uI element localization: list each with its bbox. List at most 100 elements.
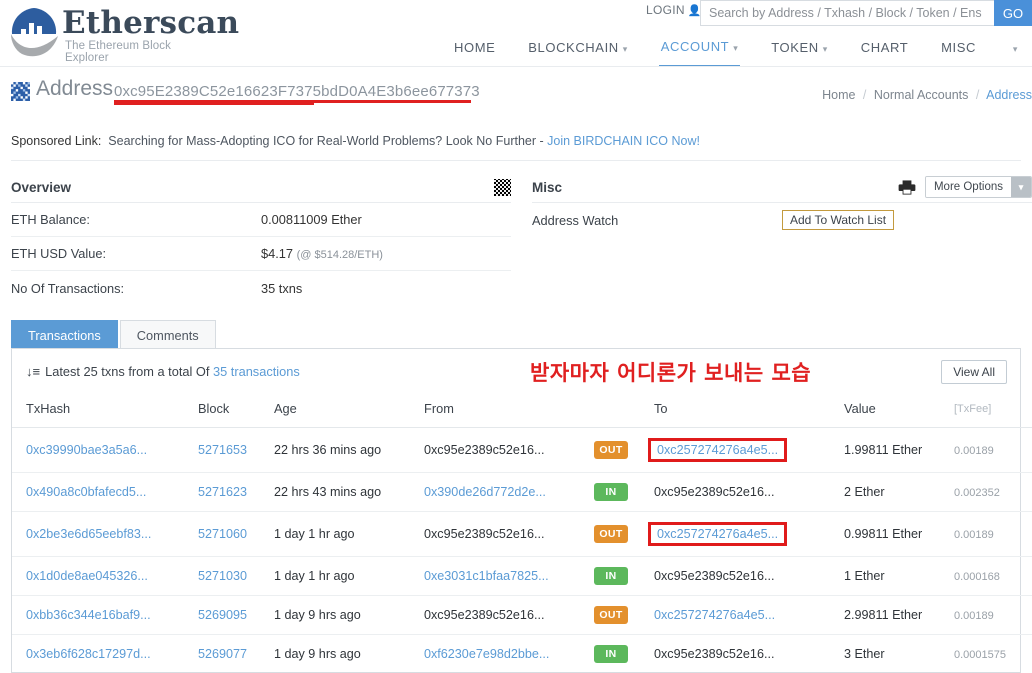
address-annotation-underline-2 <box>114 103 314 105</box>
txhash-link[interactable]: 0x2be3e6d65eebf83... <box>26 527 151 541</box>
content-tabs: Transactions Comments <box>11 320 218 350</box>
txhash-link[interactable]: 0xc39990bae3a5a6... <box>26 443 147 457</box>
overview-key: ETH USD Value: <box>11 246 107 261</box>
sort-descending-icon[interactable]: ↓≡ <box>26 364 40 379</box>
block-link[interactable]: 5269095 <box>198 608 247 622</box>
cell-age: 1 day 9 hrs ago <box>274 595 424 635</box>
main-nav: HOME BLOCKCHAIN ▾ ACCOUNT ▾ TOKEN ▾ CHART M… <box>430 30 1032 67</box>
cell-txhash: 0x3eb6f628c17297d... <box>12 634 198 673</box>
table-row: 0x490a8c0bfafecd5... 5271623 22 hrs 43 min… <box>12 472 1032 512</box>
search-go-button[interactable]: GO <box>994 0 1032 26</box>
column-header-to[interactable]: To <box>654 397 844 428</box>
breadcrumb-normal-accounts[interactable]: Normal Accounts <box>874 88 968 102</box>
nav-item-token[interactable]: TOKEN ▾ <box>769 31 830 66</box>
direction-badge-out: OUT <box>594 525 628 543</box>
to-address-link[interactable]: 0xc257274276a4e5... <box>657 443 778 457</box>
cell-age: 1 day 1 hr ago <box>274 511 424 557</box>
txhash-link[interactable]: 0x3eb6f628c17297d... <box>26 647 151 661</box>
overview-key: No Of Transactions: <box>11 280 125 296</box>
nav-misc-caret[interactable]: ▾ <box>1007 31 1020 66</box>
to-address-link[interactable]: 0xc257274276a4e5... <box>657 527 778 541</box>
page-title: Address <box>36 77 114 100</box>
tab-transactions[interactable]: Transactions <box>11 320 118 350</box>
sponsored-cta-link[interactable]: Join BIRDCHAIN ICO Now! <box>547 134 700 148</box>
column-header-value[interactable]: Value <box>844 397 954 428</box>
txhash-link[interactable]: 0x490a8c0bfafecd5... <box>26 485 146 499</box>
direction-badge-out: OUT <box>594 441 628 459</box>
view-all-button[interactable]: View All <box>941 360 1007 384</box>
login-link[interactable]: LOGIN 👤 <box>646 3 702 17</box>
more-options-button[interactable]: More Options ▾ <box>924 176 1032 198</box>
cell-to: 0xc257274276a4e5... <box>648 511 844 557</box>
block-link[interactable]: 5269077 <box>198 647 247 661</box>
block-link[interactable]: 5271653 <box>198 443 247 457</box>
breadcrumb-address[interactable]: Address <box>986 88 1032 102</box>
from-address-link[interactable]: 0xf6230e7e98d2bbe... <box>424 647 549 661</box>
column-header-txhash[interactable]: TxHash <box>12 397 198 428</box>
address-watch-label: Address Watch <box>532 212 619 228</box>
chevron-down-icon: ▾ <box>1012 43 1018 54</box>
block-link[interactable]: 5271030 <box>198 569 247 583</box>
nav-item-blockchain[interactable]: BLOCKCHAIN ▾ <box>526 31 630 66</box>
cell-value: 1.99811 Ether <box>844 427 954 473</box>
qr-code-icon[interactable] <box>494 178 511 196</box>
column-header-direction <box>594 397 654 428</box>
to-address-link[interactable]: 0xc257274276a4e5... <box>654 608 775 622</box>
transactions-table-head: TxHash Block Age From To Value [TxFee] <box>12 397 1032 428</box>
block-link[interactable]: 5271060 <box>198 527 247 541</box>
txhash-link[interactable]: 0x1d0de8ae045326... <box>26 569 148 583</box>
cell-age: 22 hrs 43 mins ago <box>274 472 424 512</box>
value-text: 0.99811 Ether <box>844 527 923 541</box>
address-identicon <box>11 82 30 101</box>
login-label: LOGIN <box>646 3 685 17</box>
age-text: 1 day 1 hr ago <box>274 527 355 541</box>
tab-comments[interactable]: Comments <box>119 320 216 350</box>
from-address-link[interactable]: 0xe3031c1bfaa7825... <box>424 569 549 583</box>
nav-label: BLOCKCHAIN <box>528 39 619 55</box>
table-row: 0x1d0de8ae045326... 5271030 1 day 1 hr ago… <box>12 556 1032 596</box>
transactions-panel: ↓≡ Latest 25 txns from a total Of 35 tran… <box>11 348 1032 673</box>
age-text: 22 hrs 36 mins ago <box>274 443 382 457</box>
age-text: 1 day 9 hrs ago <box>274 608 361 622</box>
overview-title: Overview <box>11 179 72 195</box>
txfee-text: 0.00189 <box>954 529 994 541</box>
txfee-text: 0.000168 <box>954 571 1000 583</box>
add-to-watch-list-button[interactable]: Add To Watch List <box>782 210 895 230</box>
column-header-block[interactable]: Block <box>198 397 274 428</box>
sponsored-prefix: Sponsored Link: <box>11 134 102 148</box>
cell-txhash: 0xbb36c344e16baf9... <box>12 595 198 635</box>
breadcrumb-home[interactable]: Home <box>822 88 855 102</box>
txfee-text: 0.002352 <box>954 487 1000 499</box>
overview-panel: Overview ETH Balance: 0.00811009 Ether E… <box>11 172 511 305</box>
total-transactions-link[interactable]: 35 transactions <box>213 364 300 379</box>
nav-item-home[interactable]: HOME <box>452 31 497 66</box>
cell-block: 5271030 <box>198 556 274 596</box>
txfee-text: 0.00189 <box>954 445 994 457</box>
from-address-link[interactable]: 0x390de26d772d2e... <box>424 485 546 499</box>
value-text: 1.99811 Ether <box>844 443 923 457</box>
cell-age: 1 day 9 hrs ago <box>274 634 424 673</box>
nav-label: TOKEN <box>771 39 819 55</box>
to-address-text: 0xc95e2389c52e16... <box>654 647 775 661</box>
column-header-age[interactable]: Age <box>274 397 424 428</box>
nav-item-misc[interactable]: MISC <box>939 31 978 66</box>
brand-logo[interactable]: Etherscan The Ethereum Block Explorer <box>8 4 239 64</box>
cell-direction: IN <box>594 634 654 673</box>
column-header-txfee[interactable]: [TxFee] <box>954 397 1032 428</box>
age-text: 1 day 9 hrs ago <box>274 647 361 661</box>
cell-txfee: 0.00189 <box>954 427 1032 473</box>
chevron-down-icon: ▾ <box>733 42 739 53</box>
printer-icon[interactable] <box>898 179 916 195</box>
txhash-link[interactable]: 0xbb36c344e16baf9... <box>26 608 151 622</box>
nav-item-chart[interactable]: CHART <box>859 31 911 66</box>
cell-block: 5269077 <box>198 634 274 673</box>
nav-item-account[interactable]: ACCOUNT ▾ <box>658 30 741 67</box>
txfee-text: 0.00189 <box>954 610 994 622</box>
column-header-from[interactable]: From <box>424 397 594 428</box>
breadcrumb-separator: / <box>862 88 867 102</box>
to-address-text: 0xc95e2389c52e16... <box>654 485 775 499</box>
search-input[interactable] <box>700 0 994 26</box>
cell-direction: IN <box>594 472 654 512</box>
brand-name: Etherscan <box>62 5 240 41</box>
block-link[interactable]: 5271623 <box>198 485 247 499</box>
